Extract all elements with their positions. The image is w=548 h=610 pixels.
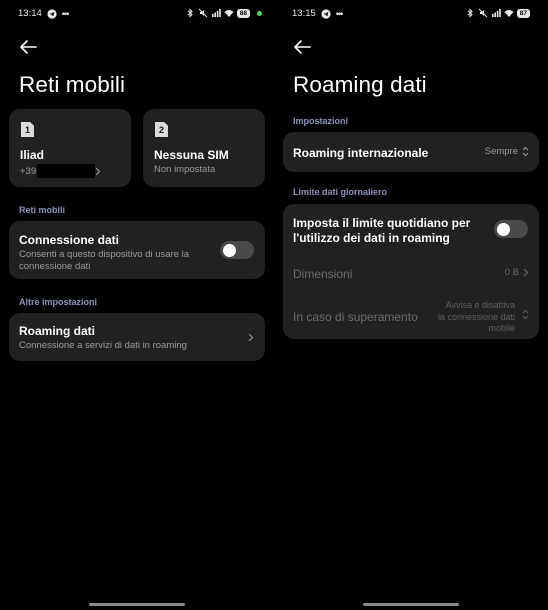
connessione-dati-row[interactable]: Connessione dati Consenti a questo dispo…	[9, 221, 265, 279]
dimensioni-value-text: 0 B	[504, 267, 519, 278]
dimensioni-title[interactable]: Dimensioni	[293, 267, 352, 281]
status-time: 13:14	[18, 8, 42, 19]
superamento-value-line2: la connessione dati	[437, 311, 515, 322]
signal-icon	[491, 9, 501, 17]
status-bar: 13:15 ••• 87	[274, 6, 548, 22]
back-arrow-icon[interactable]	[292, 38, 314, 56]
superamento-value[interactable]: Avvisa e disattiva la connessione dati m…	[438, 300, 515, 335]
privacy-indicator-dot	[257, 10, 262, 16]
status-time: 13:15	[292, 8, 316, 19]
wifi-icon	[504, 10, 514, 17]
limite-quotidiano-title-line1: Imposta il limite quotidiano per	[293, 216, 471, 230]
sim-2-icon: 2	[155, 122, 168, 137]
sim-2-status: Non impostata	[154, 164, 216, 175]
more-notifications-icon: •••	[335, 8, 344, 19]
connessione-dati-toggle[interactable]	[220, 241, 254, 259]
reti-mobili-screen: 13:14 ••• 88 Reti mobili 1 Iliad +39 2 N…	[0, 0, 274, 610]
roaming-dati-row[interactable]: Roaming dati Connessione a servizi di da…	[9, 313, 265, 361]
chevron-up-down-icon	[522, 309, 529, 320]
chevron-right-icon	[248, 333, 254, 342]
home-indicator[interactable]	[363, 603, 459, 606]
chevron-up-down-icon	[522, 146, 529, 157]
chevron-right-icon	[95, 167, 101, 175]
roaming-internazionale-row[interactable]: Roaming internazionale Sempre	[283, 132, 539, 172]
sim-1-number: +39	[20, 164, 101, 178]
limite-quotidiano-toggle[interactable]	[494, 220, 528, 238]
signal-icon	[211, 9, 221, 17]
section-label-reti-mobili: Reti mobili	[19, 205, 66, 215]
page-title: Reti mobili	[19, 72, 126, 97]
more-notifications-icon: •••	[61, 8, 70, 19]
bluetooth-icon	[187, 8, 193, 18]
home-indicator[interactable]	[89, 603, 185, 606]
limite-dati-card: Imposta il limite quotidiano per l'utili…	[283, 204, 539, 339]
roaming-dati-subtitle: Connessione a servizi di dati in roaming	[19, 340, 187, 351]
connessione-dati-subtitle-line2: connessione dati	[19, 261, 91, 272]
sim-card-2[interactable]: 2 Nessuna SIM Non impostata	[143, 109, 265, 187]
superamento-value-line1: Avvisa e disattiva	[445, 300, 515, 310]
status-bar: 13:14 ••• 88	[0, 6, 274, 22]
sim-1-icon: 1	[21, 122, 34, 137]
roaming-internazionale-value: Sempre	[485, 146, 529, 157]
sim-1-name: Iliad	[20, 148, 45, 162]
back-arrow-icon[interactable]	[18, 38, 40, 56]
chevron-right-icon	[523, 268, 529, 277]
sim-1-number-prefix: +39	[20, 165, 37, 177]
roaming-dati-screen: 13:15 ••• 87 Roaming dati Impostazioni R…	[274, 0, 548, 610]
section-label-impostazioni: Impostazioni	[293, 116, 349, 126]
connessione-dati-subtitle: Consenti a questo dispositivo di usare l…	[19, 249, 219, 273]
connessione-dati-subtitle-line1: Consenti a questo dispositivo di usare l…	[19, 249, 190, 260]
superamento-value-line3: mobile	[488, 323, 515, 333]
mute-icon	[198, 8, 208, 18]
mute-icon	[478, 8, 488, 18]
limite-quotidiano-title: Imposta il limite quotidiano per l'utili…	[293, 216, 493, 246]
section-label-limite-dati: Limite dati giornaliero	[293, 187, 388, 197]
bluetooth-icon	[467, 8, 473, 18]
dimensioni-value[interactable]: 0 B	[505, 267, 529, 278]
telegram-icon	[47, 8, 57, 19]
superamento-title[interactable]: In caso di superamento	[293, 310, 418, 324]
section-label-altre-impostazioni: Altre impostazioni	[19, 297, 98, 307]
page-title: Roaming dati	[293, 72, 427, 97]
limite-quotidiano-title-line2: l'utilizzo dei dati in roaming	[293, 231, 450, 245]
telegram-icon	[321, 8, 331, 19]
sim-card-1[interactable]: 1 Iliad +39	[9, 109, 131, 187]
battery-indicator: 87	[516, 8, 530, 18]
roaming-internazionale-title: Roaming internazionale	[293, 146, 429, 160]
sim-2-name: Nessuna SIM	[154, 148, 229, 162]
connessione-dati-title: Connessione dati	[19, 233, 120, 247]
redacted-number	[37, 164, 96, 178]
roaming-dati-title: Roaming dati	[19, 324, 96, 338]
roaming-internazionale-value-text: Sempre	[484, 146, 518, 157]
battery-indicator: 88	[236, 8, 250, 18]
wifi-icon	[224, 10, 234, 17]
